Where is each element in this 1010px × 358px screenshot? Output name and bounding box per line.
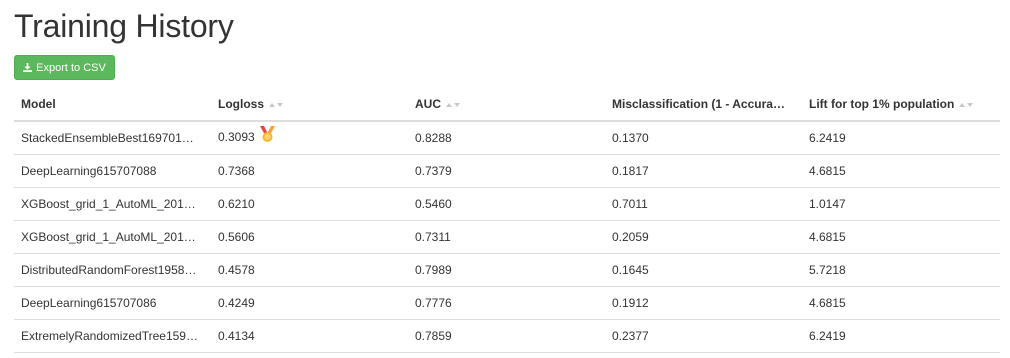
cell-auc: 0.5460 (408, 187, 605, 221)
cell-logloss: 0.4578 (211, 253, 408, 287)
column-header-label: Lift for top 1% population (809, 96, 955, 111)
cell-model: XGBoost_grid_1_AutoML_201… (14, 187, 211, 221)
download-icon (23, 63, 33, 72)
cell-logloss: 0.5606 (211, 220, 408, 254)
table-row[interactable]: XGBoost_grid_1_AutoML_201… 0.6210 0.5460… (14, 187, 1000, 221)
sort-icon[interactable] (446, 97, 460, 111)
cell-auc: 0.7776 (408, 286, 605, 320)
table-row[interactable]: ExtremelyRandomizedTree159… 0.4134 0.785… (14, 319, 1000, 353)
table-row[interactable]: DistributedRandomForest1958… 0.4578 0.79… (14, 253, 1000, 287)
cell-model: ExtremelyRandomizedTree159… (14, 319, 211, 353)
cell-misclassification: 0.7011 (605, 187, 802, 221)
column-header-model[interactable]: Model (14, 88, 211, 122)
column-header-label: Logloss (218, 96, 265, 111)
export-csv-button[interactable]: Export to CSV (14, 55, 115, 80)
cell-auc: 0.7311 (408, 220, 605, 254)
table-row[interactable]: DeepLearning615707086 0.4249 0.7776 0.19… (14, 286, 1000, 320)
cell-logloss: 0.4249 (211, 286, 408, 320)
table-row[interactable]: XGBoost_grid_1_AutoML_201… 0.5606 0.7311… (14, 220, 1000, 254)
cell-logloss: 0.7368 (211, 154, 408, 188)
table-row[interactable]: DeepLearning615707088 0.7368 0.7379 0.18… (14, 154, 1000, 188)
cell-lift: 4.6815 (802, 154, 1000, 188)
column-header-label: Misclassification (1 - Accura… (612, 97, 785, 111)
export-csv-label: Export to CSV (36, 61, 106, 74)
medal-icon (259, 126, 275, 146)
cell-model: DeepLearning615707086 (14, 286, 211, 320)
cell-lift: 6.2419 (802, 319, 1000, 353)
cell-logloss: 0.4134 (211, 319, 408, 353)
column-header-misclassification[interactable]: Misclassification (1 - Accura… (605, 88, 802, 122)
table-header-row: Model Logloss AUC Misclassification (1 -… (14, 88, 1000, 122)
cell-auc: 0.7379 (408, 154, 605, 188)
cell-misclassification: 0.1912 (605, 286, 802, 320)
cell-model: DistributedRandomForest1958… (14, 253, 211, 287)
cell-model: XGBoost_grid_1_AutoML_201… (14, 220, 211, 254)
cell-lift: 6.2419 (802, 121, 1000, 155)
table-row[interactable]: StackedEnsembleBest169701… 0.3093 0.8288… (14, 121, 1000, 155)
sort-icon[interactable] (269, 97, 284, 111)
page-title: Training History (14, 8, 234, 44)
cell-misclassification: 0.1370 (605, 121, 802, 155)
cell-lift: 1.0147 (802, 187, 1000, 221)
cell-misclassification: 0.2377 (605, 319, 802, 353)
cell-misclassification: 0.2059 (605, 220, 802, 254)
cell-logloss: 0.3093 (211, 121, 408, 155)
cell-value: 0.3093 (218, 130, 255, 145)
column-header-logloss[interactable]: Logloss (211, 88, 408, 122)
sort-icon[interactable] (959, 97, 974, 111)
column-header-lift[interactable]: Lift for top 1% population (802, 88, 1000, 122)
cell-misclassification: 0.1645 (605, 253, 802, 287)
cell-lift: 4.6815 (802, 220, 1000, 254)
column-header-auc[interactable]: AUC (408, 88, 605, 122)
column-header-label: AUC (415, 96, 441, 111)
cell-logloss: 0.6210 (211, 187, 408, 221)
column-header-label: Model (21, 97, 56, 111)
cell-auc: 0.7989 (408, 253, 605, 287)
cell-misclassification: 0.1817 (605, 154, 802, 188)
cell-lift: 4.6815 (802, 286, 1000, 320)
cell-auc: 0.8288 (408, 121, 605, 155)
training-history-table: Model Logloss AUC Misclassification (1 -… (14, 88, 1000, 353)
cell-model: StackedEnsembleBest169701… (14, 121, 211, 155)
cell-auc: 0.7859 (408, 319, 605, 353)
cell-model: DeepLearning615707088 (14, 154, 211, 188)
cell-lift: 5.7218 (802, 253, 1000, 287)
